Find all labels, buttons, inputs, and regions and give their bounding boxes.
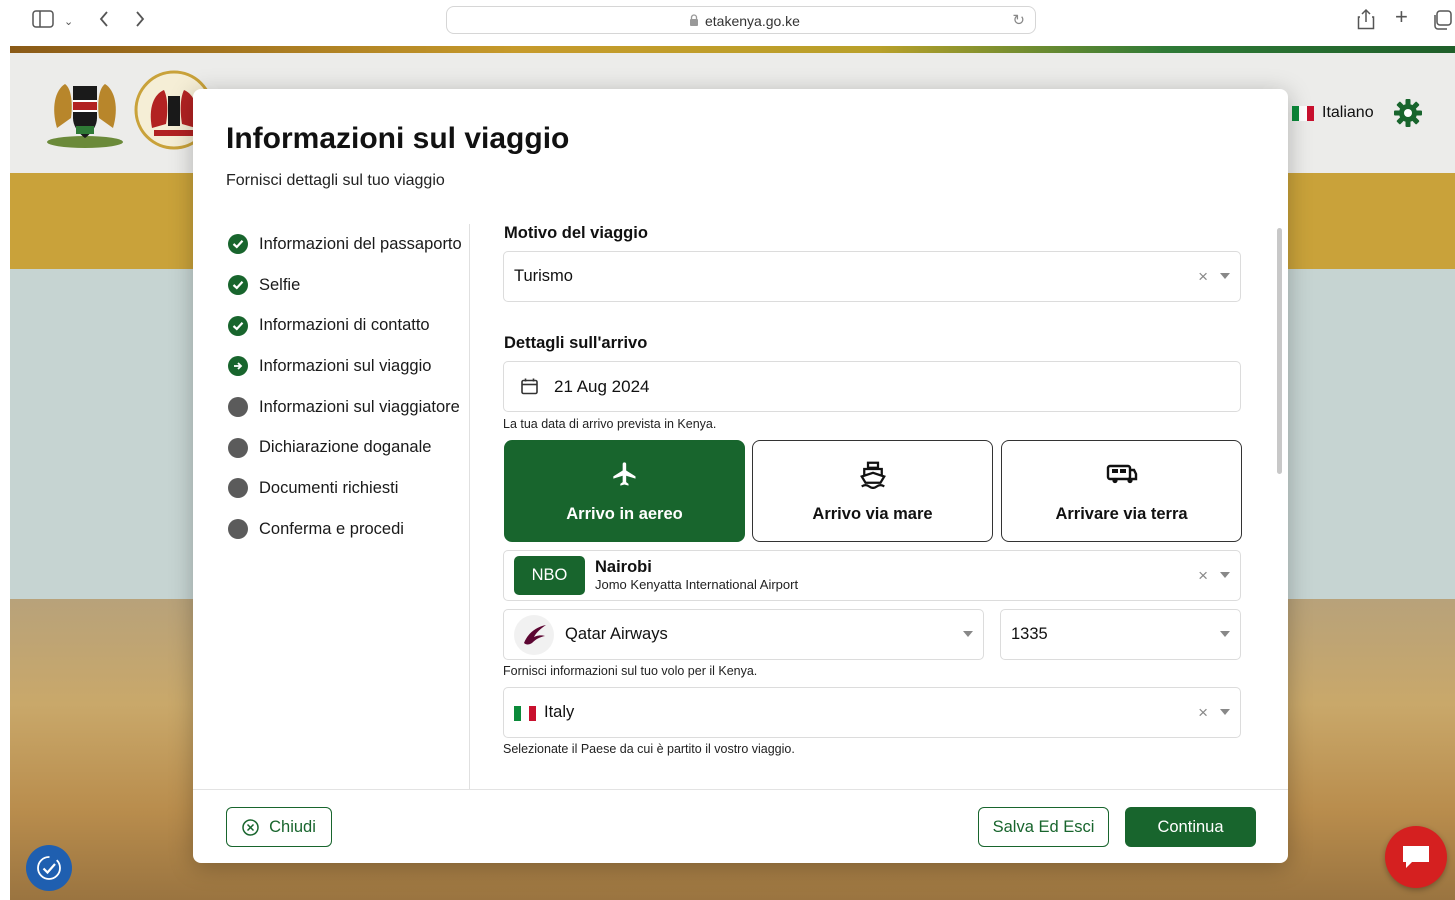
step-selfie[interactable]: Selfie: [228, 265, 462, 306]
modal-title: Informazioni sul viaggio: [226, 122, 570, 155]
arrival-date-field[interactable]: 21 Aug 2024: [503, 361, 1241, 412]
flight-hint: Fornisci informazioni sul tuo volo per i…: [503, 664, 758, 678]
step-label: Informazioni di contatto: [259, 316, 430, 335]
pending-dot-icon: [228, 397, 248, 418]
share-icon[interactable]: [1357, 8, 1375, 33]
italy-flag-icon: [1292, 105, 1314, 121]
scrollbar-thumb[interactable]: [1277, 228, 1282, 474]
italy-flag-icon: [514, 706, 536, 721]
chat-button[interactable]: [1385, 826, 1447, 888]
airport-code-badge: NBO: [514, 556, 585, 595]
airplane-icon: [611, 457, 639, 491]
airline-select[interactable]: Qatar Airways: [503, 609, 984, 660]
clear-icon[interactable]: ×: [1198, 566, 1208, 586]
bus-icon: [1106, 457, 1138, 491]
mode-sea-label: Arrivo via mare: [812, 505, 933, 523]
close-button-label: Chiudi: [269, 817, 316, 836]
continue-button[interactable]: Continua: [1125, 807, 1256, 847]
chevron-down-icon[interactable]: [1220, 273, 1230, 279]
arrival-label: Dettagli sull'arrivo: [504, 334, 648, 352]
airport-select[interactable]: NBO Nairobi Jomo Kenyatta International …: [503, 550, 1241, 601]
check-icon: [228, 234, 248, 255]
footer-divider: [193, 789, 1288, 790]
departure-country-value: Italy: [544, 703, 575, 721]
flight-number-value: 1335: [1011, 625, 1048, 643]
forward-icon[interactable]: [134, 10, 146, 31]
reload-icon[interactable]: ↻: [1012, 11, 1025, 29]
ship-icon: [858, 457, 888, 491]
close-button[interactable]: Chiudi: [226, 807, 332, 847]
progress-steps: Informazioni del passaporto Selfie Infor…: [228, 224, 462, 550]
chevron-down-icon[interactable]: [1220, 572, 1230, 578]
chevron-down-icon[interactable]: [1220, 709, 1230, 715]
airline-value: Qatar Airways: [565, 625, 668, 643]
step-label: Conferma e procedi: [259, 519, 404, 538]
travel-info-modal: Informazioni sul viaggio Fornisci dettag…: [193, 89, 1288, 863]
check-icon: [228, 315, 248, 336]
country-hint: Selezionate il Paese da cui è partito il…: [503, 742, 795, 756]
modal-subtitle: Fornisci dettagli sul tuo viaggio: [226, 172, 445, 189]
sidebar-toggle-icon[interactable]: [32, 10, 54, 31]
airport-city: Nairobi: [595, 558, 652, 576]
new-tab-icon[interactable]: +: [1395, 6, 1408, 28]
pending-dot-icon: [228, 478, 248, 499]
step-label: Informazioni sul viaggio: [259, 356, 432, 375]
lock-icon: [690, 14, 698, 26]
pending-dot-icon: [228, 519, 248, 540]
language-selector[interactable]: Italiano: [1292, 104, 1374, 122]
calendar-icon: [521, 378, 538, 395]
mode-land-label: Arrivare via terra: [1055, 505, 1188, 523]
save-exit-button[interactable]: Salva Ed Esci: [978, 807, 1109, 847]
close-circle-icon: [242, 818, 259, 836]
mode-sea-button[interactable]: Arrivo via mare: [752, 440, 993, 542]
qatar-airways-logo: [514, 615, 554, 655]
chevron-down-icon[interactable]: ⌄: [64, 13, 73, 31]
step-travel[interactable]: Informazioni sul viaggio: [228, 346, 462, 387]
form-scrollbar[interactable]: [1276, 222, 1284, 782]
flight-number-select[interactable]: 1335: [1000, 609, 1241, 660]
airport-name: Jomo Kenyatta International Airport: [595, 577, 799, 592]
chevron-down-icon[interactable]: [1220, 631, 1230, 637]
step-documents: Documenti richiesti: [228, 468, 462, 509]
chevron-down-icon[interactable]: [963, 631, 973, 637]
color-stripe: [10, 46, 1455, 53]
gear-icon[interactable]: [1393, 98, 1423, 128]
accessibility-icon: [37, 856, 61, 880]
steps-divider: [469, 224, 470, 789]
check-icon: [228, 275, 248, 296]
purpose-select[interactable]: Turismo ×: [503, 251, 1241, 302]
arrival-date-hint: La tua data di arrivo prevista in Kenya.: [503, 417, 717, 431]
step-traveler: Informazioni sul viaggiatore: [228, 387, 462, 428]
departure-country-select[interactable]: Italy ×: [503, 687, 1241, 738]
arrival-date-value: 21 Aug 2024: [554, 377, 650, 396]
address-bar[interactable]: etakenya.go.ke ↻: [446, 6, 1036, 34]
step-label: Informazioni sul viaggiatore: [259, 397, 460, 416]
step-passport[interactable]: Informazioni del passaporto: [228, 224, 462, 265]
chat-bubble-icon: [1403, 846, 1429, 868]
arrow-right-icon: [228, 356, 248, 377]
kenya-coat-of-arms-logo: [47, 84, 123, 148]
back-icon[interactable]: [98, 10, 110, 31]
step-confirm: Conferma e procedi: [228, 509, 462, 550]
mode-air-label: Arrivo in aereo: [566, 505, 683, 523]
step-label: Informazioni del passaporto: [259, 234, 462, 253]
step-label: Selfie: [259, 275, 301, 294]
step-customs: Dichiarazione doganale: [228, 427, 462, 468]
purpose-label: Motivo del viaggio: [504, 224, 648, 242]
purpose-value: Turismo: [514, 267, 573, 285]
mode-land-button[interactable]: Arrivare via terra: [1001, 440, 1242, 542]
step-label: Documenti richiesti: [259, 478, 399, 497]
pending-dot-icon: [228, 437, 248, 458]
clear-icon[interactable]: ×: [1198, 703, 1208, 723]
mode-air-button[interactable]: Arrivo in aereo: [504, 440, 745, 542]
step-contact[interactable]: Informazioni di contatto: [228, 305, 462, 346]
browser-toolbar: ⌄ etakenya.go.ke ↻ +: [0, 0, 1455, 46]
accessibility-button[interactable]: [26, 845, 72, 891]
step-label: Dichiarazione doganale: [259, 438, 432, 457]
language-label: Italiano: [1322, 104, 1374, 121]
url-text: etakenya.go.ke: [705, 13, 800, 29]
clear-icon[interactable]: ×: [1198, 267, 1208, 287]
tabs-overview-icon[interactable]: [1432, 10, 1452, 33]
